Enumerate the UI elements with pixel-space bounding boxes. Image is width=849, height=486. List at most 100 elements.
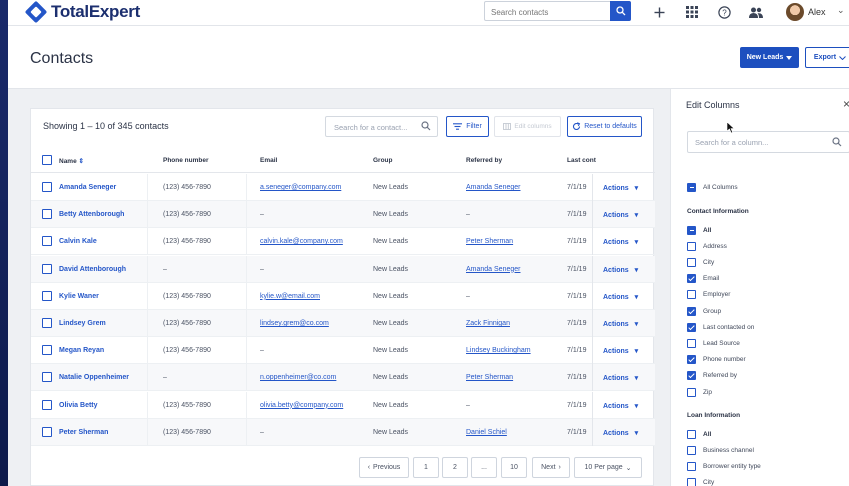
referred-by-link: –: [466, 292, 470, 300]
column-option-business-channel[interactable]: Business channel: [687, 444, 754, 456]
actions-dropdown[interactable]: Actions ▾: [603, 320, 638, 328]
reset-defaults-button[interactable]: Reset to defaults: [567, 116, 642, 137]
contact-table-search[interactable]: Search for a contact...: [325, 116, 438, 137]
search-button[interactable]: [610, 1, 631, 21]
row-checkbox[interactable]: [42, 372, 52, 383]
phone-cell: –: [163, 374, 167, 382]
row-checkbox[interactable]: [42, 318, 52, 328]
row-checkbox[interactable]: [42, 345, 52, 356]
new-leads-button[interactable]: New Leads: [740, 47, 799, 68]
contact-name[interactable]: Peter Sherman: [59, 429, 108, 436]
help-icon[interactable]: ?: [716, 4, 732, 20]
column-option-group[interactable]: Group: [687, 305, 721, 317]
phone-cell: (123) 456-7890: [163, 428, 211, 436]
referred-by-link[interactable]: Peter Sherman: [466, 374, 513, 381]
column-option-lead-source[interactable]: Lead Source: [687, 337, 740, 349]
column-option-zip[interactable]: Zip: [687, 386, 712, 398]
actions-dropdown[interactable]: Actions ▾: [603, 238, 638, 246]
contact-name[interactable]: Natalie Oppenheimer: [59, 374, 129, 381]
previous-page-button[interactable]: ‹ Previous: [359, 457, 409, 478]
user-name[interactable]: Alex: [808, 7, 826, 17]
column-header-name[interactable]: Name ⇕: [59, 157, 84, 165]
row-checkbox[interactable]: [42, 263, 52, 274]
contact-name[interactable]: David Attenborough: [59, 266, 126, 273]
row-checkbox[interactable]: [42, 426, 52, 437]
column-header-phone[interactable]: Phone number: [163, 157, 209, 164]
actions-dropdown[interactable]: Actions ▾: [603, 184, 638, 192]
row-checkbox[interactable]: [42, 290, 52, 301]
column-option-phone-number[interactable]: Phone number: [687, 354, 746, 366]
email-link[interactable]: olivia.betty@company.com: [260, 402, 343, 409]
referred-by-link[interactable]: Peter Sherman: [466, 238, 513, 245]
page-button-10[interactable]: 10: [501, 457, 527, 478]
contact-name[interactable]: Betty Attenborough: [59, 211, 124, 218]
email-link[interactable]: a.seneger@company.com: [260, 184, 341, 191]
per-page-select[interactable]: 10 Per page ⌄: [574, 457, 642, 478]
actions-dropdown[interactable]: Actions ▾: [603, 293, 638, 301]
all-columns-checkbox[interactable]: All Columns: [687, 181, 738, 193]
totalexpert-logo[interactable]: TotalExpert: [24, 0, 140, 24]
email-link[interactable]: kylie.w@email.com: [260, 293, 320, 300]
referred-by-link[interactable]: Daniel Schiel: [466, 429, 507, 436]
column-option-all[interactable]: All: [687, 428, 711, 440]
contact-name[interactable]: Kylie Waner: [59, 293, 99, 300]
chevron-down-icon[interactable]: ⌄: [837, 5, 845, 16]
column-option-employer[interactable]: Employer: [687, 289, 730, 301]
row-checkbox[interactable]: [42, 236, 52, 247]
column-divider: [147, 255, 148, 283]
caret-down-icon: ▾: [632, 429, 639, 437]
actions-dropdown[interactable]: Actions ▾: [603, 211, 638, 219]
actions-dropdown[interactable]: Actions ▾: [603, 429, 638, 437]
column-option-city[interactable]: City: [687, 256, 714, 268]
contact-search-input[interactable]: [485, 3, 611, 22]
contact-name[interactable]: Megan Reyan: [59, 347, 104, 354]
column-option-address[interactable]: Address: [687, 240, 727, 252]
group-cell: New Leads: [373, 265, 409, 273]
column-option-email[interactable]: Email: [687, 273, 719, 285]
apps-grid-icon[interactable]: [684, 4, 700, 20]
actions-dropdown[interactable]: Actions ▾: [603, 374, 638, 382]
people-icon[interactable]: [748, 4, 764, 20]
contact-name[interactable]: Amanda Seneger: [59, 184, 116, 191]
email-link[interactable]: calvin.kale@company.com: [260, 238, 343, 245]
next-page-button[interactable]: Next ›: [532, 457, 570, 478]
select-all-checkbox[interactable]: [42, 155, 52, 165]
contact-name[interactable]: Lindsey Grem: [59, 320, 106, 327]
email-link[interactable]: n.oppenheimer@co.com: [260, 374, 336, 381]
user-avatar[interactable]: [786, 3, 804, 21]
filter-button[interactable]: Filter: [446, 116, 489, 137]
column-option-all[interactable]: All: [687, 224, 711, 236]
column-option-referred-by[interactable]: Referred by: [687, 370, 737, 382]
actions-dropdown[interactable]: Actions ▾: [603, 402, 638, 410]
column-option-city[interactable]: City: [687, 477, 714, 486]
actions-dropdown[interactable]: Actions ▾: [603, 347, 638, 355]
referred-by-link[interactable]: Amanda Seneger: [466, 266, 520, 273]
referred-by-link[interactable]: Lindsey Buckingham: [466, 347, 531, 354]
column-divider: [246, 228, 247, 256]
checkbox: [687, 478, 696, 486]
caret-down-icon: ▾: [632, 239, 639, 247]
column-header-referred-by[interactable]: Referred by: [466, 157, 502, 164]
referred-by-link[interactable]: Amanda Seneger: [466, 184, 520, 191]
plus-icon[interactable]: [651, 4, 667, 20]
email-link[interactable]: lindsey.grem@co.com: [260, 320, 329, 327]
column-option-last-contacted-on[interactable]: Last contacted on: [687, 321, 754, 333]
page-button-2[interactable]: 2: [442, 457, 468, 478]
row-checkbox[interactable]: [42, 209, 52, 220]
page-button-1[interactable]: 1: [413, 457, 439, 478]
contact-name[interactable]: Calvin Kale: [59, 238, 97, 245]
phone-cell: (123) 456-7890: [163, 292, 211, 300]
phone-cell: (123) 456-7890: [163, 184, 211, 191]
column-option-borrower-entity-type[interactable]: Borrower entity type: [687, 460, 761, 472]
export-button[interactable]: Export: [805, 47, 849, 68]
column-header-last-contacted[interactable]: Last cont: [567, 157, 596, 164]
actions-dropdown[interactable]: Actions ▾: [603, 266, 638, 274]
close-icon[interactable]: ×: [843, 97, 849, 111]
row-checkbox[interactable]: [42, 399, 52, 410]
row-checkbox[interactable]: [42, 182, 52, 192]
column-search[interactable]: Search for a column...: [687, 131, 849, 153]
contact-name[interactable]: Olivia Betty: [59, 402, 98, 409]
referred-by-link[interactable]: Zack Finnigan: [466, 320, 510, 327]
column-header-group[interactable]: Group: [373, 157, 393, 164]
column-header-email[interactable]: Email: [260, 157, 277, 164]
